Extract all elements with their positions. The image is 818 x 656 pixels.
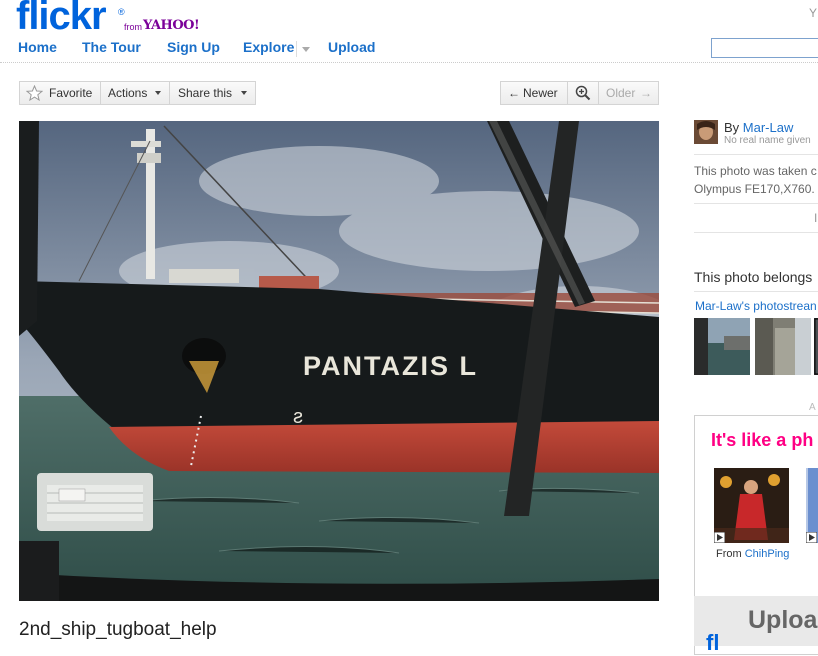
- real-name-note: No real name given: [724, 135, 811, 146]
- more-info-marker[interactable]: I: [814, 211, 817, 225]
- sidebar-divider: [694, 203, 818, 204]
- search-input[interactable]: [711, 38, 818, 58]
- favorite-label: Favorite: [49, 86, 93, 100]
- nav-sign-up[interactable]: Sign Up: [167, 39, 220, 55]
- ad-upload-text: Uploa: [748, 606, 818, 634]
- ad-flickr-text: fl: [706, 630, 720, 655]
- logo-from-text: from: [124, 22, 142, 32]
- logo-registered-mark: ®: [118, 7, 125, 17]
- ad-label: A: [809, 402, 816, 413]
- newer-button[interactable]: ← Newer: [501, 82, 567, 104]
- header-user-text: Y: [809, 6, 818, 20]
- ship-name: PANTAZIS L: [303, 351, 478, 381]
- older-label: Older: [606, 86, 636, 100]
- left-arrow-icon: ←: [508, 86, 520, 100]
- photostream-thumbnail-selected[interactable]: [814, 318, 818, 375]
- share-this-button[interactable]: Share this: [170, 82, 255, 104]
- logo-yahoo-text: YAHOO!: [143, 18, 200, 33]
- right-arrow-icon: →: [640, 86, 652, 100]
- actions-label: Actions: [108, 86, 148, 100]
- ship-hull-waterline: [109, 421, 659, 473]
- sidebar-divider: [694, 232, 818, 233]
- nav-upload[interactable]: Upload: [328, 39, 375, 55]
- photo-belongs-heading: This photo belongs: [694, 269, 813, 285]
- photostream-thumbnail[interactable]: [755, 318, 811, 375]
- actions-button[interactable]: Actions: [101, 82, 169, 104]
- chevron-down-icon: [155, 91, 161, 95]
- owner-link[interactable]: Mar-Law: [743, 120, 794, 135]
- camera-model-link[interactable]: Olympus FE170,X760.: [694, 182, 815, 196]
- ad-attribution: From ChihPing: [716, 548, 789, 560]
- owner-avatar[interactable]: [694, 120, 718, 144]
- nav-home[interactable]: Home: [18, 39, 57, 55]
- photo-title: 2nd_ship_tugboat_help: [19, 619, 217, 640]
- header-divider: [0, 62, 818, 63]
- favorite-button[interactable]: Favorite: [20, 82, 100, 104]
- photostream-thumbnail[interactable]: [694, 318, 750, 375]
- ad-from-prefix: From: [716, 548, 742, 560]
- share-label: Share this: [178, 86, 233, 100]
- photostream-link[interactable]: Mar-Law's photostrean: [695, 299, 817, 313]
- logo-wordmark: flickr: [16, 0, 107, 38]
- play-icon: [714, 532, 725, 543]
- photo-navigation: ← Newer Older →: [500, 81, 659, 105]
- zoom-in-icon: [575, 85, 591, 101]
- star-icon: [26, 85, 43, 101]
- photo-owner-byline: By Mar-Law: [724, 120, 793, 135]
- ad-headline[interactable]: It's like a ph: [711, 430, 813, 451]
- zoom-button[interactable]: [568, 82, 598, 104]
- play-icon: [806, 532, 817, 543]
- hull-mark: ƨ: [293, 406, 303, 428]
- newer-label: Newer: [523, 86, 558, 100]
- ad-video-thumbnail[interactable]: [714, 468, 789, 543]
- camera-info-line: This photo was taken c: [694, 164, 817, 178]
- chevron-down-icon: [241, 91, 247, 95]
- explore-dropdown-icon[interactable]: [302, 47, 310, 52]
- nav-the-tour[interactable]: The Tour: [82, 39, 141, 55]
- photo-actions-toolbar: Favorite Actions Share this: [19, 81, 256, 105]
- ad-user-link[interactable]: ChihPing: [745, 548, 790, 560]
- main-photo[interactable]: PANTAZIS L ƨ: [19, 121, 659, 601]
- sidebar-divider: [694, 291, 818, 292]
- ship-mast: [146, 129, 155, 279]
- nav-divider: [296, 41, 297, 57]
- sidebar-divider: [694, 154, 818, 155]
- by-prefix: By: [724, 120, 740, 135]
- older-button[interactable]: Older →: [599, 82, 658, 104]
- nav-explore[interactable]: Explore: [243, 39, 294, 55]
